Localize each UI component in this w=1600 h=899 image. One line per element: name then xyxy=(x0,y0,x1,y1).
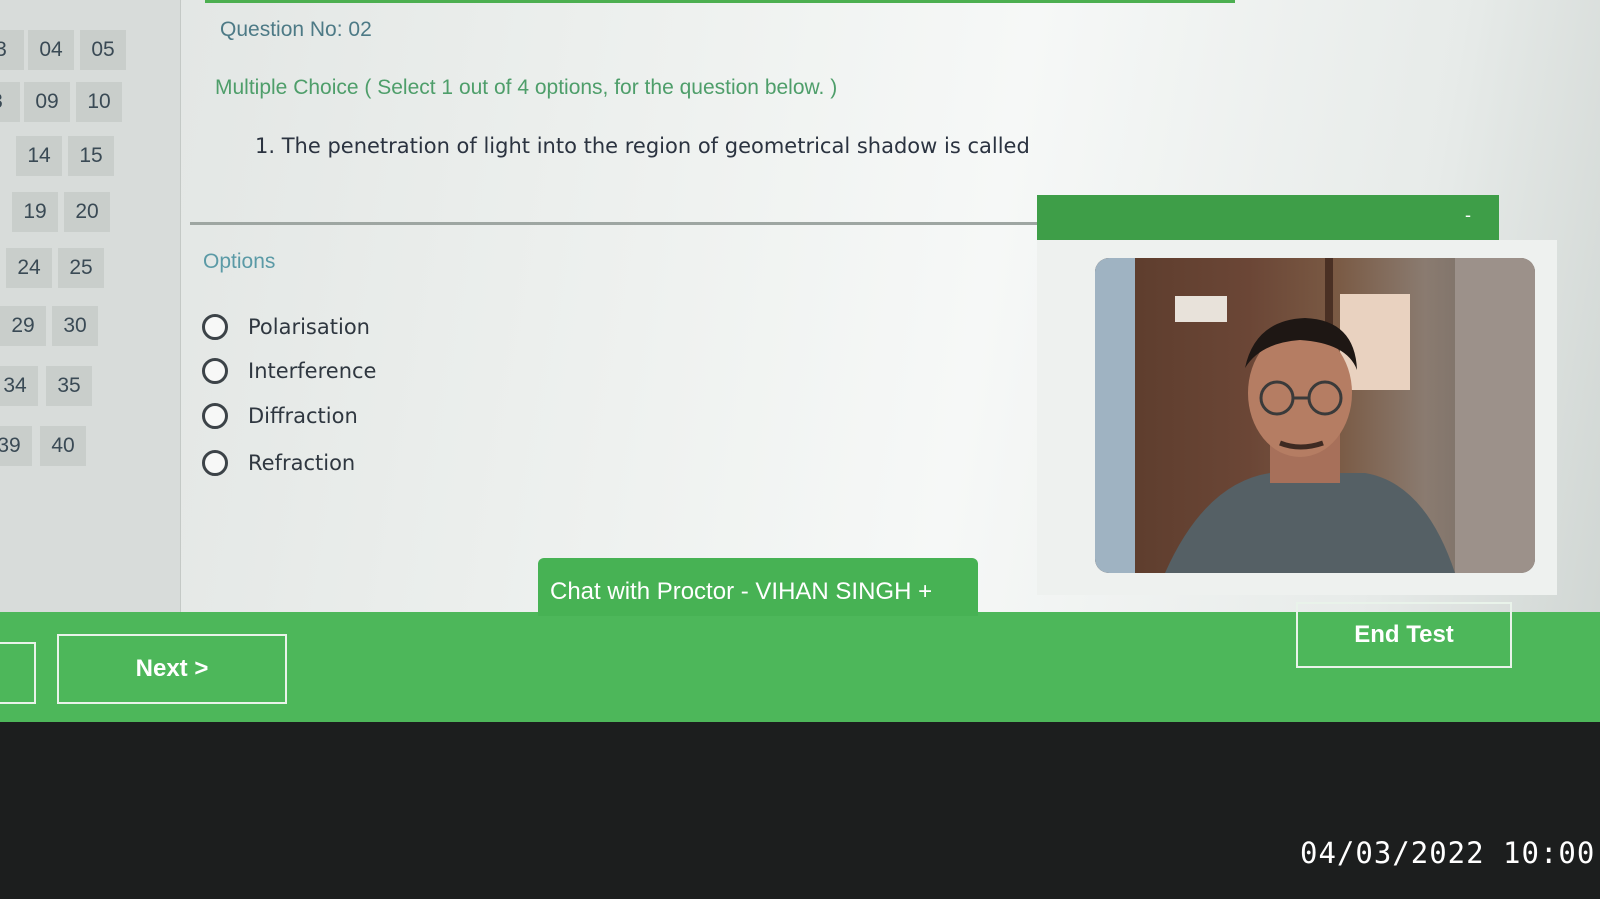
question-number-button[interactable]: 34 xyxy=(0,366,38,406)
end-test-button[interactable]: End Test xyxy=(1296,602,1512,668)
question-number-button[interactable]: 3 xyxy=(0,82,20,122)
radio-circle-icon[interactable] xyxy=(202,314,228,340)
option-interference[interactable]: Interference xyxy=(202,354,376,388)
question-number-button[interactable]: 39 xyxy=(0,426,32,466)
minimize-icon[interactable]: - xyxy=(1465,205,1471,226)
photo-timestamp: 04/03/2022 10:00 xyxy=(1300,836,1596,870)
question-number-label: Question No: 02 xyxy=(220,18,372,41)
previous-button[interactable] xyxy=(0,642,36,704)
question-type-label: Multiple Choice ( Select 1 out of 4 opti… xyxy=(215,76,838,99)
question-number-button[interactable]: 29 xyxy=(0,306,46,346)
question-number-button[interactable]: 30 xyxy=(52,306,98,346)
question-number-button[interactable]: 25 xyxy=(58,248,104,288)
question-number-button[interactable]: 3 xyxy=(0,30,24,70)
option-label: Refraction xyxy=(248,451,356,475)
radio-circle-icon[interactable] xyxy=(202,358,228,384)
question-number-button[interactable]: 04 xyxy=(28,30,74,70)
option-label: Interference xyxy=(248,359,377,383)
question-palette: 3 04 05 3 09 10 14 15 19 20 24 25 29 30 … xyxy=(0,0,181,630)
question-number-button[interactable]: 24 xyxy=(6,248,52,288)
webcam-feed xyxy=(1095,258,1535,573)
option-label: Diffraction xyxy=(248,404,358,428)
question-number-button[interactable]: 35 xyxy=(46,366,92,406)
question-number-button[interactable]: 15 xyxy=(68,136,114,176)
chat-with-proctor-button[interactable]: Chat with Proctor - VIHAN SINGH + xyxy=(538,558,978,616)
divider xyxy=(190,222,1040,225)
exam-screen: 3 04 05 3 09 10 14 15 19 20 24 25 29 30 … xyxy=(0,0,1600,722)
question-text: 1. The penetration of light into the reg… xyxy=(255,134,1030,158)
option-diffraction[interactable]: Diffraction xyxy=(202,399,358,433)
question-number-button[interactable]: 19 xyxy=(12,192,58,232)
next-button[interactable]: Next > xyxy=(57,634,287,704)
option-label: Polarisation xyxy=(248,315,370,339)
option-polarisation[interactable]: Polarisation xyxy=(202,310,370,344)
radio-circle-icon[interactable] xyxy=(202,450,228,476)
question-number-button[interactable]: 05 xyxy=(80,30,126,70)
proctor-panel-header: - xyxy=(1037,195,1499,240)
options-heading: Options xyxy=(203,250,276,273)
webcam-image xyxy=(1095,258,1535,573)
question-number-button[interactable]: 10 xyxy=(76,82,122,122)
question-number-button[interactable]: 40 xyxy=(40,426,86,466)
radio-circle-icon[interactable] xyxy=(202,403,228,429)
option-refraction[interactable]: Refraction xyxy=(202,446,355,480)
question-number-button[interactable]: 20 xyxy=(64,192,110,232)
question-number-button[interactable]: 14 xyxy=(16,136,62,176)
question-number-button[interactable]: 09 xyxy=(24,82,70,122)
